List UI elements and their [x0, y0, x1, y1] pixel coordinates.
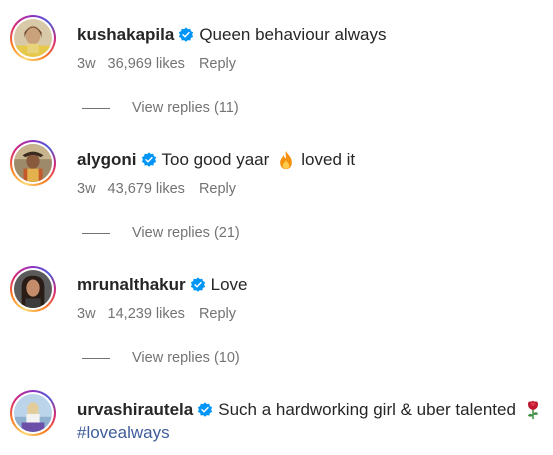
divider: [82, 232, 110, 234]
fire-icon: [280, 150, 293, 170]
avatar-image: [14, 394, 52, 432]
view-replies-button[interactable]: View replies (11): [82, 100, 239, 116]
comment-likes[interactable]: 43,679 likes: [108, 181, 185, 197]
view-replies-button[interactable]: View replies (21): [82, 225, 240, 241]
comment-time: 3w: [77, 56, 96, 72]
comment-text: Queen behaviour always: [199, 25, 387, 44]
comment-text: Such a hardworking girl & uber talented: [218, 400, 516, 419]
comment-text-continued: loved it: [301, 150, 356, 169]
comment-username[interactable]: mrunalthakur: [77, 274, 186, 296]
reply-button[interactable]: Reply: [199, 56, 236, 72]
verified-badge-icon: [141, 152, 156, 167]
divider: [82, 107, 110, 109]
reply-button[interactable]: Reply: [199, 181, 236, 197]
reply-button[interactable]: Reply: [199, 306, 236, 322]
comment-time: 3w: [77, 306, 96, 322]
comment-text: Too good yaar: [161, 150, 270, 169]
avatar[interactable]: [10, 140, 56, 186]
comment-likes[interactable]: 36,969 likes: [108, 56, 185, 72]
avatar-image: [14, 144, 52, 182]
comment-likes[interactable]: 14,239 likes: [108, 306, 185, 322]
comment-username[interactable]: alygoni: [77, 149, 137, 171]
avatar[interactable]: [10, 390, 56, 436]
verified-badge-icon: [190, 277, 205, 292]
avatar[interactable]: [10, 15, 56, 61]
divider: [82, 357, 110, 359]
comment-text: Love: [210, 275, 248, 294]
avatar-image: [14, 270, 52, 308]
comment-username[interactable]: urvashirautela: [77, 399, 193, 421]
comment-username[interactable]: kushakapila: [77, 24, 174, 46]
verified-badge-icon: [198, 402, 213, 417]
view-replies-label: View replies (10): [132, 350, 240, 366]
comment-time: 3w: [77, 181, 96, 197]
verified-badge-icon: [179, 27, 194, 42]
avatar-image: [14, 19, 52, 57]
rose-icon: [527, 400, 538, 420]
view-replies-label: View replies (11): [132, 100, 239, 116]
hashtag-link[interactable]: #lovealways: [77, 422, 170, 444]
view-replies-button[interactable]: View replies (10): [82, 350, 240, 366]
view-replies-label: View replies (21): [132, 225, 240, 241]
avatar[interactable]: [10, 266, 56, 312]
